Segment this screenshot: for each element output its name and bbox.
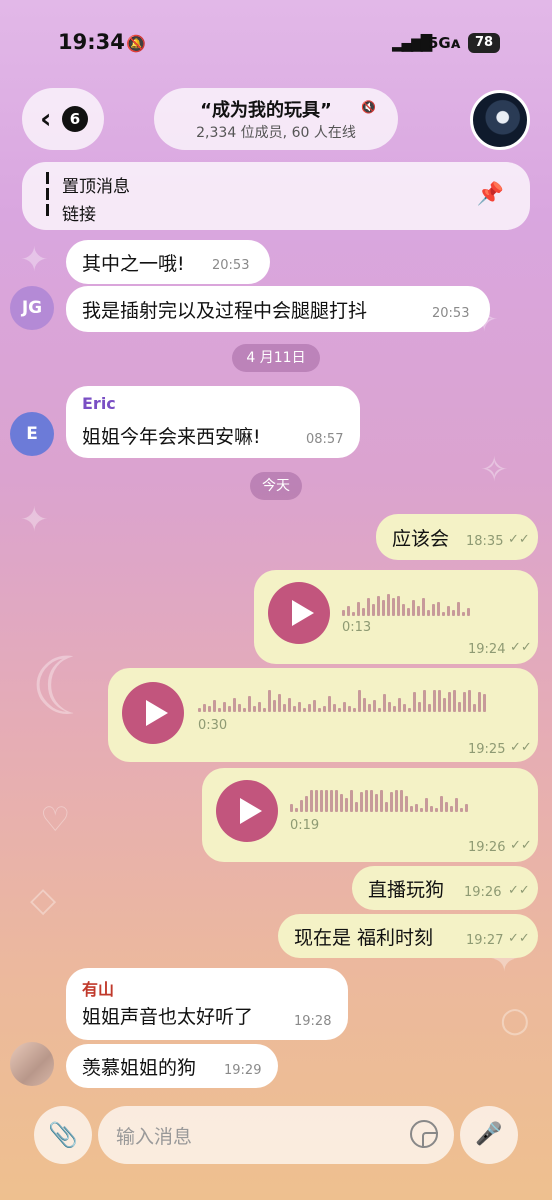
avatar[interactable] xyxy=(10,1042,54,1086)
play-icon[interactable] xyxy=(268,582,330,644)
planet-doodle: ○ xyxy=(500,1000,530,1040)
message-text: 直播玩狗 xyxy=(368,879,445,901)
play-icon[interactable] xyxy=(216,780,278,842)
double-check-icon: ✓✓ xyxy=(510,640,532,655)
input-placeholder: 输入消息 xyxy=(116,1126,193,1148)
star-doodle: ✦ xyxy=(20,240,49,280)
pin-list-icon[interactable]: 📌 xyxy=(477,182,504,207)
back-button[interactable]: ‹ 6 xyxy=(22,88,104,150)
message-bubble[interactable]: 我是插射完以及过程中会腿腿打抖 20:53 xyxy=(66,286,490,332)
status-time: 19:34 xyxy=(58,30,125,54)
microphone-icon: 🎤 xyxy=(475,1122,503,1147)
voice-duration: 0:30 xyxy=(198,718,228,733)
message-text: 羡慕姐姐的狗 xyxy=(82,1057,197,1079)
message-time: 19:26 xyxy=(468,840,506,855)
sender-name[interactable]: 有山 xyxy=(82,976,114,1000)
silent-bell-icon: 🔕 xyxy=(126,34,146,53)
sender-name[interactable]: Eric xyxy=(82,394,116,413)
message-input[interactable]: 输入消息 xyxy=(98,1106,454,1164)
date-separator: 4 月11日 xyxy=(232,344,320,372)
diamond-doodle: ◇ xyxy=(30,880,57,920)
message-bubble[interactable]: 其中之一哦! 20:53 xyxy=(66,240,270,284)
message-time: 18:35 xyxy=(466,534,504,549)
voice-message[interactable]: 0:30 19:25 ✓✓ xyxy=(108,668,538,762)
muted-icon: 🔇 xyxy=(361,100,376,114)
date-separator: 今天 xyxy=(250,472,302,500)
message-text: 我是插射完以及过程中会腿腿打抖 xyxy=(82,300,368,322)
waveform[interactable] xyxy=(342,592,470,616)
message-time: 19:28 xyxy=(294,1014,332,1029)
chat-subtitle: 2,334 位成员, 60 人在线 xyxy=(196,125,356,141)
message-time: 20:53 xyxy=(432,306,470,321)
attach-button[interactable]: 📎 xyxy=(34,1106,92,1164)
message-time: 19:26 xyxy=(464,885,502,900)
heart-doodle: ♡ xyxy=(40,800,71,840)
double-check-icon: ✓✓ xyxy=(508,532,530,547)
moon-doodle: ☾ xyxy=(30,640,102,733)
avatar[interactable]: E xyxy=(10,412,54,456)
voice-message[interactable]: 0:19 19:26 ✓✓ xyxy=(202,768,538,862)
waveform[interactable] xyxy=(290,788,468,812)
message-text: 姐姐声音也太好听了 xyxy=(82,1006,254,1028)
message-time: 19:29 xyxy=(224,1063,262,1078)
pinned-text: 链接 xyxy=(62,205,96,225)
pinned-message-bar[interactable]: 置顶消息 链接 📌 xyxy=(22,162,530,230)
signal-icon: ▂▄▆█ xyxy=(392,34,432,52)
double-check-icon: ✓✓ xyxy=(510,838,532,853)
sticker-icon[interactable] xyxy=(410,1120,438,1148)
message-time: 19:24 xyxy=(468,642,506,657)
avatar[interactable]: JG xyxy=(10,286,54,330)
voice-message[interactable]: 0:13 19:24 ✓✓ xyxy=(254,570,538,664)
pin-indicator xyxy=(46,172,49,220)
message-bubble[interactable]: Eric 姐姐今年会来西安嘛! 08:57 xyxy=(66,386,360,458)
message-bubble[interactable]: 应该会 18:35 ✓✓ xyxy=(376,514,538,560)
message-text: 其中之一哦! xyxy=(82,253,185,275)
chat-title-area[interactable]: “成为我的玩具” 🔇 2,334 位成员, 60 人在线 xyxy=(154,88,398,150)
chevron-left-icon: ‹ xyxy=(40,102,52,135)
star-doodle: ✦ xyxy=(20,500,49,540)
group-avatar[interactable] xyxy=(470,90,530,150)
message-time: 19:27 xyxy=(466,933,504,948)
message-bubble[interactable]: 羡慕姐姐的狗 19:29 xyxy=(66,1044,278,1088)
voice-duration: 0:13 xyxy=(342,620,372,635)
pinned-title: 置顶消息 xyxy=(62,177,130,197)
play-icon[interactable] xyxy=(122,682,184,744)
network-type: 5Gᴀ xyxy=(428,34,461,52)
chat-title: “成为我的玩具” xyxy=(200,100,332,121)
message-time: 19:25 xyxy=(468,742,506,757)
message-time: 08:57 xyxy=(306,432,344,447)
message-bubble[interactable]: 直播玩狗 19:26 ✓✓ xyxy=(352,866,538,910)
message-text: 应该会 xyxy=(392,528,450,550)
message-text: 姐姐今年会来西安嘛! xyxy=(82,426,261,448)
double-check-icon: ✓✓ xyxy=(508,883,530,898)
unread-count-badge: 6 xyxy=(62,106,88,132)
waveform[interactable] xyxy=(198,688,486,712)
double-check-icon: ✓✓ xyxy=(508,931,530,946)
message-text: 现在是 福利时刻 xyxy=(294,927,434,949)
microphone-button[interactable]: 🎤 xyxy=(460,1106,518,1164)
star-doodle: ✧ xyxy=(480,450,509,490)
status-bar: 19:34 🔕 ▂▄▆█ 5Gᴀ 78 xyxy=(0,30,552,62)
message-time: 20:53 xyxy=(212,258,250,273)
battery-indicator: 78 xyxy=(468,33,500,53)
paperclip-icon: 📎 xyxy=(48,1121,78,1149)
message-bubble[interactable]: 有山 姐姐声音也太好听了 19:28 xyxy=(66,968,348,1040)
double-check-icon: ✓✓ xyxy=(510,740,532,755)
message-bubble[interactable]: 现在是 福利时刻 19:27 ✓✓ xyxy=(278,914,538,958)
voice-duration: 0:19 xyxy=(290,818,320,833)
